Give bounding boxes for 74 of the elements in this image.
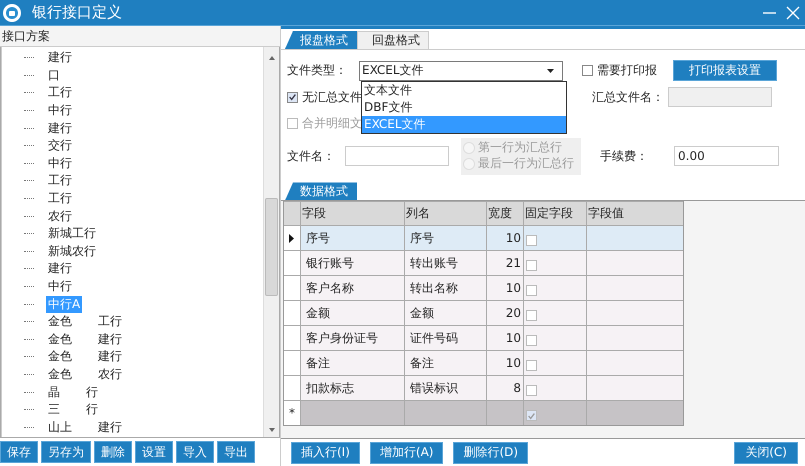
tree-item[interactable]: 晶 行: [46, 384, 100, 401]
check-icon: [288, 92, 297, 102]
tree-item[interactable]: 新城工行: [46, 225, 98, 242]
scroll-thumb[interactable]: [265, 198, 278, 296]
toolbar-button[interactable]: 导出: [217, 441, 255, 463]
print-settings-button[interactable]: 打印报表设置: [673, 60, 777, 81]
tab[interactable]: 回盘格式: [357, 31, 429, 49]
field-label: 汇总文件名：: [592, 88, 665, 106]
grid-button[interactable]: 增加行(A): [370, 442, 444, 464]
row-header[interactable]: *: [284, 401, 301, 426]
radio-label: 最后一行为汇总行: [478, 155, 574, 172]
dropdown-option[interactable]: DBF文件: [362, 99, 566, 116]
scrollbar[interactable]: [263, 47, 279, 437]
column-header: 字段值: [587, 205, 625, 222]
tree-item[interactable]: 建行: [46, 260, 74, 278]
tree-item[interactable]: 三 行: [46, 401, 100, 418]
field-label: 文件名：: [286, 148, 336, 164]
tree-item[interactable]: 金色 建行: [46, 348, 124, 366]
current-row-icon: [289, 234, 294, 243]
checkbox-label: 无汇总文件: [302, 88, 362, 106]
dropdown-caret-icon: [547, 68, 554, 72]
checkbox[interactable]: [526, 335, 537, 346]
tree-item[interactable]: 建行: [46, 120, 74, 137]
tree-item[interactable]: 工行: [46, 84, 74, 102]
row-header[interactable]: [284, 226, 301, 250]
checkbox[interactable]: [287, 92, 298, 102]
checkbox-label: 合并明细文: [302, 114, 362, 132]
field-label: 手续费：: [600, 148, 649, 164]
grid-button[interactable]: 插入行(I): [291, 442, 360, 464]
checkbox[interactable]: [526, 285, 537, 296]
tree-item[interactable]: 金色 工行: [46, 313, 124, 330]
toolbar-button[interactable]: 删除: [94, 441, 132, 463]
scroll-up-icon: [268, 55, 276, 61]
checkbox[interactable]: [526, 385, 537, 396]
toolbar-button[interactable]: 设置: [135, 441, 173, 463]
tree-item[interactable]: 中行: [46, 278, 74, 296]
tree-item[interactable]: 金色 农行: [46, 366, 124, 383]
dropdown-option[interactable]: 文本文件: [362, 82, 566, 99]
window-title: 银行接口定义: [32, 3, 122, 22]
tree-item[interactable]: 中行: [46, 154, 74, 172]
tab[interactable]: 报盘格式: [285, 31, 357, 49]
tree-item[interactable]: 金色 建行: [46, 330, 124, 348]
radio-label: 第一行为汇总行: [478, 139, 562, 156]
field-label: 文件类型：: [286, 62, 348, 79]
checkbox[interactable]: [526, 360, 537, 372]
checkbox-label: 需要打印报: [597, 62, 657, 79]
checkbox[interactable]: [582, 65, 593, 76]
tree-item[interactable]: 工行: [46, 190, 74, 208]
file-type-dropdown[interactable]: EXCEL文件: [359, 60, 563, 80]
close-icon: [786, 6, 800, 20]
minimize-icon: [762, 12, 776, 14]
toolbar-button[interactable]: 导入: [176, 441, 214, 463]
panel-header: 接口方案: [0, 26, 280, 47]
tree-item[interactable]: 工行: [46, 172, 74, 190]
file-name-field[interactable]: [345, 146, 449, 166]
fee-field[interactable]: 0.00: [674, 146, 779, 166]
tree-item[interactable]: 新城农行: [46, 242, 98, 260]
checkbox[interactable]: [526, 235, 537, 246]
checkbox[interactable]: [526, 310, 537, 322]
check-icon: [527, 410, 536, 421]
close-dialog-button[interactable]: 关闭(C): [734, 442, 798, 464]
tree-item[interactable]: 交行: [46, 137, 74, 154]
grid-button[interactable]: 删除行(D): [453, 442, 528, 464]
scroll-down-icon: [268, 427, 276, 433]
toolbar-button[interactable]: 另存为: [41, 441, 91, 463]
toolbar-button[interactable]: 保存: [0, 441, 38, 463]
tree-item[interactable]: 口: [46, 66, 62, 84]
tree-item[interactable]: 农行: [46, 208, 74, 225]
app-logo-icon: [2, 2, 22, 22]
tree-item[interactable]: 建行: [46, 49, 74, 66]
tree-item[interactable]: 山上 建行: [46, 418, 124, 436]
checkbox[interactable]: [526, 260, 537, 272]
tree-item[interactable]: 中行: [46, 102, 74, 120]
checkbox[interactable]: [526, 410, 537, 422]
